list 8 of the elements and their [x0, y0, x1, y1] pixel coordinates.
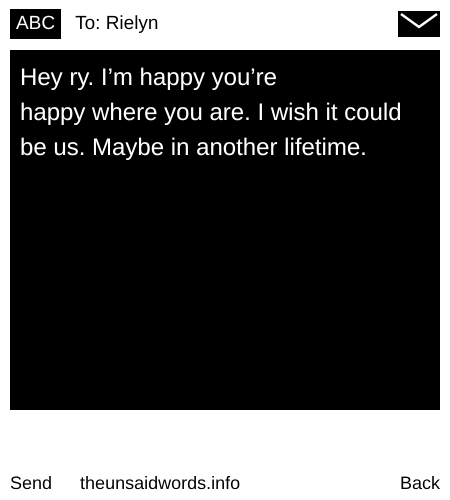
back-button[interactable]: Back — [400, 470, 440, 496]
input-mode-label: ABC — [10, 9, 62, 39]
recipient-label: To: Rielyn — [75, 12, 158, 36]
website-label: theunsaidwords.info — [80, 472, 240, 494]
message-text: Hey ry. I’m happy you’re happy where you are. I wish it could be us. Maybe in another lifetime. — [20, 63, 403, 163]
message-area[interactable]: Hey ry. I’m happy you’re happy where you are. I wish it could be us. Maybe in another lifetime. — [10, 50, 440, 410]
envelope-icon[interactable] — [398, 11, 440, 37]
send-button[interactable]: Send — [10, 470, 52, 496]
